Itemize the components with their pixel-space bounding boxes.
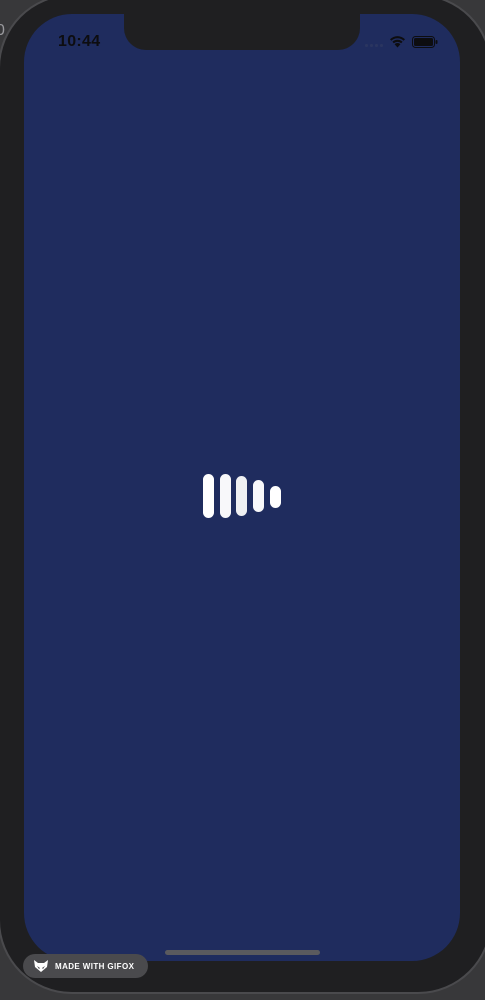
- stray-edge-character: 0: [0, 22, 5, 39]
- loader-bar-2: [220, 474, 231, 518]
- battery-icon: [412, 35, 438, 48]
- loader-bar-1: [203, 474, 214, 518]
- notch: [124, 14, 360, 50]
- fox-icon: [33, 959, 49, 973]
- app-stage: 0 10:44 MADE WITH GIFOX: [0, 0, 485, 1000]
- gifox-watermark-badge: MADE WITH GIFOX: [23, 954, 148, 978]
- phone-screen: 10:44: [24, 14, 460, 961]
- loader-bar-3: [236, 476, 247, 516]
- gifox-label: MADE WITH GIFOX: [55, 961, 135, 971]
- loading-bars-icon: [202, 472, 284, 520]
- loader-bar-5: [270, 486, 281, 508]
- status-icons: [365, 35, 438, 48]
- wifi-icon: [389, 35, 406, 48]
- cellular-signal-icon: [365, 37, 383, 47]
- home-indicator[interactable]: [165, 950, 320, 955]
- status-time: 10:44: [58, 33, 101, 50]
- loader-bar-4: [253, 480, 264, 512]
- phone-frame: 10:44: [0, 0, 485, 992]
